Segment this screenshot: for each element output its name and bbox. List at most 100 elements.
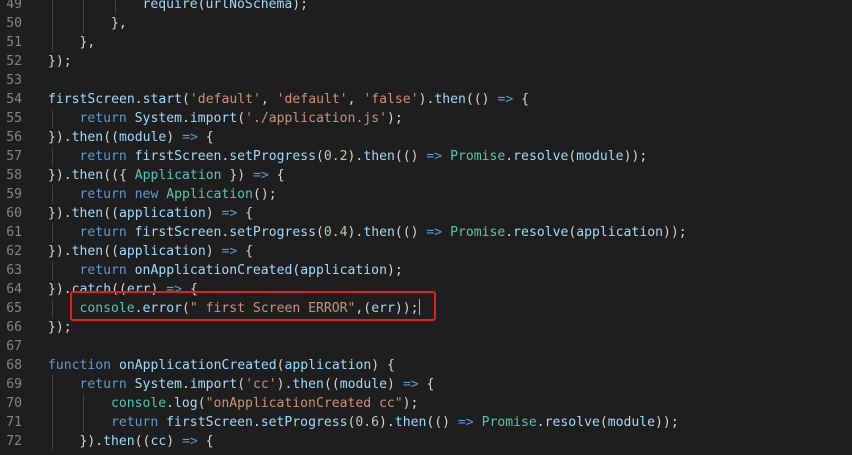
code-line[interactable]: 64}).catch((err) => { [0, 280, 852, 299]
code-token: firstScreen [48, 92, 135, 107]
line-number: 66 [6, 320, 22, 335]
code-line[interactable]: 49 require(urlNoSchema); [0, 0, 852, 14]
code-token: error [142, 301, 182, 316]
code-token: => [221, 206, 238, 221]
code-token: 'default' [189, 92, 261, 107]
code-token: onApplicationCreated [118, 358, 277, 373]
indent-guide [52, 375, 53, 394]
code-line[interactable]: 60 }).then((application) => { [0, 204, 852, 223]
code-token: then [71, 130, 104, 145]
code-line[interactable]: 71 return firstScreen.setProgress(0.6).th… [0, 413, 852, 432]
code-token: module [576, 149, 624, 164]
code-token: { [268, 168, 285, 183]
line-number: 50 [6, 16, 22, 31]
code-line[interactable]: 52}); [0, 52, 852, 71]
code-line[interactable]: 62}).then((application) => { [0, 242, 852, 261]
code-line[interactable]: 67 [0, 337, 852, 356]
indent-guide [83, 394, 85, 413]
code-token: cc [150, 434, 167, 449]
code-token: module [339, 377, 388, 392]
code-editor[interactable]: 49 require(urlNoSchema); 50}, 51}, 52}); 53 54… [0, 0, 852, 455]
code-line[interactable]: 66}); [0, 318, 852, 337]
code-token: then [103, 434, 135, 449]
code-line[interactable]: 63 return onApplicationCreated(applicatio… [0, 261, 852, 280]
code-token: ) [166, 130, 183, 145]
code-line[interactable]: 55 return System.import('./application.js… [0, 109, 852, 128]
code-token: (( [103, 244, 119, 259]
line-number: 71 [6, 415, 22, 430]
code-token: }); [48, 54, 72, 69]
code-token: application [118, 244, 206, 259]
code-line[interactable]: 57 return firstScreen. setProgress(0.2).th… [0, 147, 852, 166]
code-line[interactable]: 58}).then(({ Application }) => { [0, 166, 852, 185]
code-token: application [300, 263, 387, 278]
code-token: (() [394, 225, 427, 240]
code-token: './application.js' [245, 111, 387, 126]
code-token: console [79, 301, 135, 316]
code-line[interactable]: 53 [0, 71, 852, 90]
code-token: ); [292, 0, 309, 12]
code-token: import [189, 111, 238, 126]
code-line[interactable]: 69 return System.import('cc').then((modul… [0, 375, 852, 394]
code-token: , [260, 92, 277, 107]
code-line[interactable]: 56}).then((module) => { [0, 128, 852, 147]
code-line[interactable]: 54 firstScreen.start('default', 'default'… [0, 90, 852, 109]
code-line[interactable]: 50}, [0, 14, 852, 33]
code-line[interactable]: 51}, [0, 33, 852, 52]
code-token: console [110, 396, 167, 411]
line-number: 68 [6, 358, 22, 373]
code-token: }); [48, 320, 72, 335]
code-token: module [118, 130, 167, 145]
code-token: return [79, 111, 127, 126]
line-number: 69 [6, 377, 22, 392]
code-token: resolve [544, 415, 600, 430]
code-token: => [402, 377, 419, 392]
indent-guide [52, 432, 53, 451]
code-token: }, [110, 16, 127, 31]
code-token: 'cc' [245, 377, 277, 392]
code-line[interactable]: 65 console.error(" first Screen ERROR",(e… [0, 299, 852, 318]
line-number: 72 [6, 434, 22, 449]
code-text: return firstScreen. setProgress(0.4).then… [79, 223, 686, 242]
code-token: module [607, 415, 656, 430]
code-token: ); [402, 396, 419, 411]
code-token: Promise [450, 225, 506, 240]
code-token: return [110, 415, 159, 430]
line-number: 60 [6, 206, 22, 221]
code-token: urlNoSchema [205, 0, 293, 12]
code-token: err [371, 301, 395, 316]
code-token: application [576, 225, 663, 240]
code-token: firstScreen [134, 225, 222, 240]
line-number: 51 [6, 35, 22, 50]
line-number: 59 [6, 187, 22, 202]
indent-guide [52, 413, 53, 432]
code-line[interactable]: 70 console.log("onApplicationCreated cc")… [0, 394, 852, 413]
code-token: System [134, 377, 182, 392]
code-text: }).then((application) => { [48, 204, 253, 223]
code-text: }, [111, 14, 127, 33]
code-token: then [292, 377, 324, 392]
code-token: ); [386, 263, 403, 278]
indent-guide [52, 223, 53, 242]
code-token: (() [426, 415, 458, 430]
indent-guide [114, 0, 116, 14]
code-line[interactable]: 61 return firstScreen. setProgress(0.4).th… [0, 223, 852, 242]
code-token: { [237, 206, 254, 221]
code-line[interactable]: 72}).then((cc) => { [0, 432, 852, 451]
code-token: ( [276, 358, 285, 373]
code-token: ( [182, 92, 190, 107]
code-token: => [426, 225, 443, 240]
code-text: function onApplicationCreated(applicatio… [48, 356, 395, 375]
line-number: 64 [6, 282, 22, 297]
line-number: 52 [6, 54, 22, 69]
code-token: require [142, 0, 198, 12]
code-line[interactable]: 59 return new Application(); [0, 185, 852, 204]
code-token: ( [237, 377, 246, 392]
code-token: start [142, 92, 183, 107]
code-token: . [505, 225, 514, 240]
code-line[interactable]: 68 function onApplicationCreated(applicat… [0, 356, 852, 375]
code-token: ); [386, 111, 403, 126]
code-token: (( [111, 282, 127, 297]
